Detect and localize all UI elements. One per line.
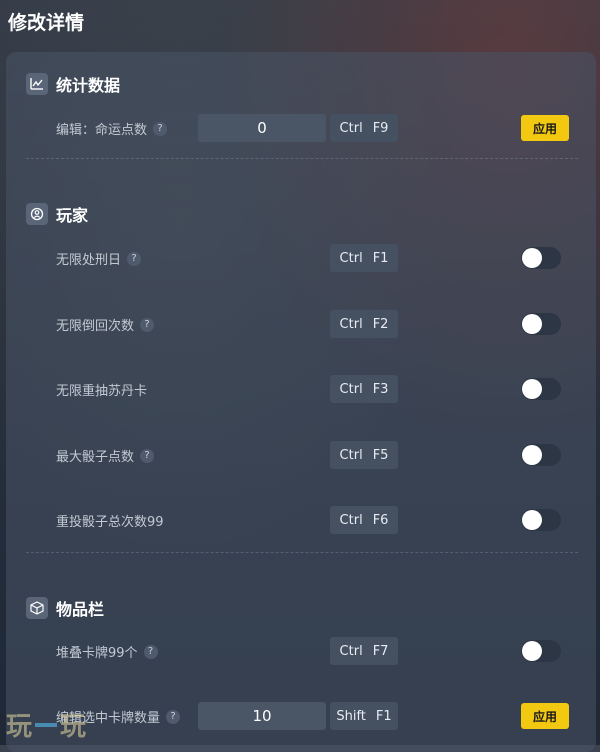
hotkey-modifier: Ctrl [339, 250, 363, 266]
hotkey-modifier: Shift [336, 708, 366, 724]
edit-fate-points-row: 编辑：命运点数 ? 0 Ctrl F9 应用 [6, 114, 596, 142]
page-title: 修改详情 [8, 12, 85, 34]
toggle-switch[interactable] [521, 640, 561, 662]
help-icon[interactable]: ? [127, 251, 142, 266]
hotkey-button[interactable]: Ctrl F6 [330, 506, 398, 534]
help-icon[interactable]: ? [143, 644, 158, 659]
row-label: 无限重抽苏丹卡 [56, 384, 148, 399]
infinite-sultan-redraw-row: 无限重抽苏丹卡 Ctrl F3 [6, 375, 596, 403]
row-label: 堆叠卡牌99个 [56, 646, 138, 661]
apply-button[interactable]: 应用 [521, 115, 569, 141]
row-label: 编辑：命运点数 [56, 123, 148, 138]
site-watermark: 玩 玩 [6, 706, 86, 743]
hotkey-modifier: Ctrl [339, 447, 363, 463]
row-label: 最大骰子点数 [56, 450, 135, 465]
hotkey-key: F7 [372, 643, 389, 659]
row-label-group: 无限重抽苏丹卡 [56, 380, 147, 399]
player-icon [26, 203, 48, 225]
max-dice-points-row: 最大骰子点数 ? Ctrl F5 [6, 441, 596, 469]
hotkey-button[interactable]: Ctrl F3 [330, 375, 398, 403]
toggle-knob [522, 445, 542, 465]
card-count-input[interactable]: 10 [198, 702, 326, 730]
hotkey-button[interactable]: Ctrl F2 [330, 310, 398, 338]
row-label-group: 堆叠卡牌99个 ? [56, 642, 158, 661]
box-icon [26, 597, 48, 619]
hotkey-button[interactable]: Shift F1 [330, 702, 398, 730]
row-label: 重投骰子总次数99 [56, 515, 164, 530]
reroll-dice-total-row: 重投骰子总次数99 Ctrl F6 [6, 506, 596, 534]
row-label-group: 无限处刑日 ? [56, 249, 142, 268]
toggle-knob [522, 641, 542, 661]
toggle-knob [522, 510, 542, 530]
toggle-switch[interactable] [521, 509, 561, 531]
infinite-rewind-row: 无限倒回次数 ? Ctrl F2 [6, 310, 596, 338]
hotkey-key: F2 [372, 316, 389, 332]
help-icon[interactable]: ? [140, 448, 155, 463]
row-label-group: 最大骰子点数 ? [56, 446, 155, 465]
hotkey-key: F1 [372, 250, 389, 266]
hotkey-key: F3 [372, 381, 389, 397]
row-label: 无限倒回次数 [56, 319, 135, 334]
toggle-switch[interactable] [521, 247, 561, 269]
hotkey-modifier: Ctrl [339, 643, 363, 659]
toggle-knob [522, 314, 542, 334]
hotkey-modifier: Ctrl [339, 512, 363, 528]
section-divider [26, 158, 578, 159]
row-label-group: 编辑：命运点数 ? [56, 119, 168, 138]
hotkey-modifier: Ctrl [339, 316, 363, 332]
row-label: 无限处刑日 [56, 253, 122, 268]
section-title: 玩家 [56, 206, 89, 225]
watermark-left: 玩 [6, 712, 33, 742]
watermark-right: 玩 [60, 712, 87, 742]
edit-selected-card-count-row: 编辑选中卡牌数量 ? 10 Shift F1 应用 [6, 702, 596, 730]
settings-panel: 统计数据 编辑：命运点数 ? 0 Ctrl F9 应用 玩家 无限处刑日 ? C… [6, 52, 596, 752]
fate-points-input[interactable]: 0 [198, 114, 326, 142]
section-header-stats: 统计数据 [26, 72, 120, 96]
stack-cards-row: 堆叠卡牌99个 ? Ctrl F7 [6, 637, 596, 665]
hotkey-key: F5 [372, 447, 389, 463]
toggle-knob [522, 379, 542, 399]
row-label-group: 无限倒回次数 ? [56, 315, 155, 334]
hotkey-button[interactable]: Ctrl F5 [330, 441, 398, 469]
row-label-group: 重投骰子总次数99 [56, 511, 164, 530]
apply-button[interactable]: 应用 [521, 703, 569, 729]
toggle-knob [522, 248, 542, 268]
hotkey-modifier: Ctrl [339, 120, 363, 136]
section-divider [26, 552, 578, 553]
toggle-switch[interactable] [521, 313, 561, 335]
help-icon[interactable]: ? [166, 709, 181, 724]
infinite-execution-day-row: 无限处刑日 ? Ctrl F1 [6, 244, 596, 272]
section-title: 统计数据 [56, 76, 121, 95]
section-header-inventory: 物品栏 [26, 596, 104, 620]
toggle-switch[interactable] [521, 444, 561, 466]
hotkey-key: F6 [372, 512, 389, 528]
chart-icon [26, 73, 48, 95]
section-header-player: 玩家 [26, 202, 88, 226]
hotkey-key: F9 [372, 120, 389, 136]
toggle-switch[interactable] [521, 378, 561, 400]
hotkey-button[interactable]: Ctrl F9 [330, 114, 398, 142]
hotkey-button[interactable]: Ctrl F7 [330, 637, 398, 665]
watermark-dash [35, 722, 58, 727]
hotkey-button[interactable]: Ctrl F1 [330, 244, 398, 272]
hotkey-key: F1 [375, 708, 392, 724]
section-title: 物品栏 [56, 600, 105, 619]
help-icon[interactable]: ? [140, 317, 155, 332]
hotkey-modifier: Ctrl [339, 381, 363, 397]
help-icon[interactable]: ? [153, 121, 168, 136]
